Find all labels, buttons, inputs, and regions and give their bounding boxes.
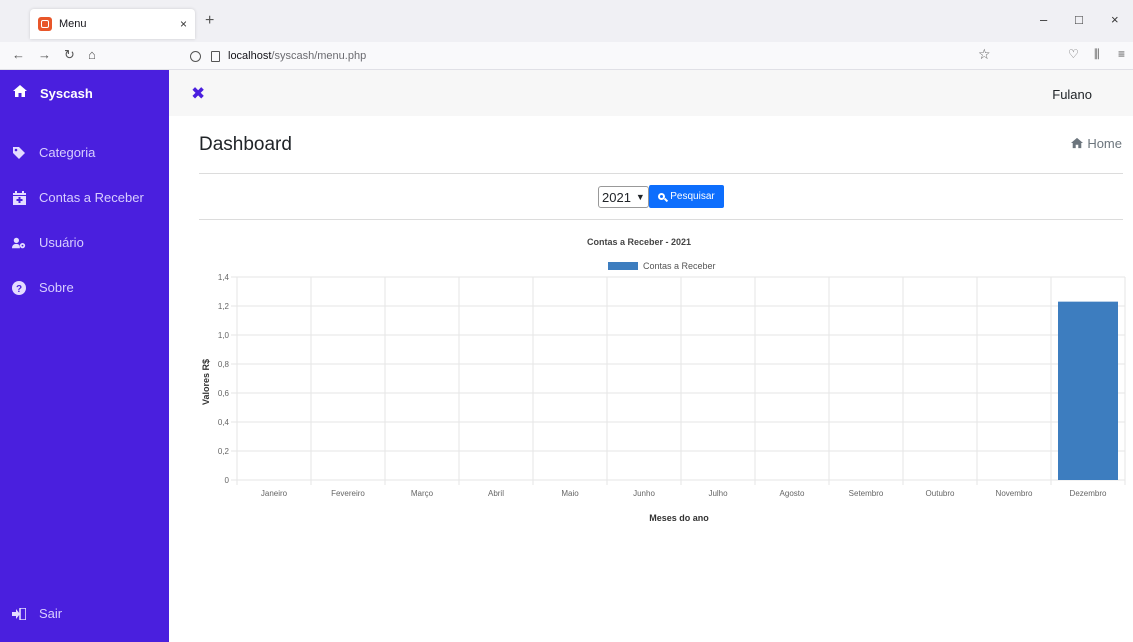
bar-dezembro [1058, 301, 1118, 480]
maximize-button[interactable]: □ [1075, 12, 1083, 27]
x-axis: Janeiro Fevereiro Março Abril Maio Junho Julho… [261, 489, 1107, 498]
page-icon [211, 50, 220, 62]
y-axis: 0 0,2 0,4 0,6 0,8 1,0 1,2 1,4 [218, 273, 230, 485]
library-icon[interactable]: ⫼ [1094, 47, 1100, 62]
sidebar-item-label: Contas a Receber [39, 190, 144, 205]
legend-label: Contas a Receber [643, 261, 716, 271]
url-path: /syscash/menu.php [271, 50, 367, 62]
y-tick-label: 0 [225, 476, 230, 485]
bookmark-star-icon[interactable]: ☆ [978, 46, 991, 63]
sidebar-item-usuario[interactable]: Usuário [0, 220, 169, 265]
y-tick-label: 0,2 [218, 447, 230, 456]
top-header: ✖ Fulano [169, 70, 1133, 116]
sidebar-item-label: Sobre [39, 280, 74, 295]
tab-title: Menu [59, 18, 87, 30]
logout-label: Sair [39, 606, 63, 621]
y-tick-label: 0,8 [218, 360, 230, 369]
brand-label: Syscash [40, 85, 93, 101]
main-content: Dashboard Home 2021 ▼ Pesquisar Contas a… [169, 116, 1133, 642]
menu-icon[interactable]: ≡ [1118, 47, 1125, 61]
tab-close-icon[interactable]: × [180, 17, 187, 31]
sidebar-item-categoria[interactable]: Categoria [0, 130, 169, 175]
question-circle-icon: ? [12, 280, 26, 295]
x-tick-label: Março [411, 489, 434, 498]
forward-icon[interactable]: → [38, 47, 51, 62]
browser-nav-bar: ← → ↻ ⌂ localhost/syscash/menu.php ☆ ♡ ⫼… [0, 42, 1133, 70]
sidebar-item-sobre[interactable]: ? Sobre [0, 265, 169, 310]
home-brand-icon [12, 84, 28, 102]
y-tick-label: 1,0 [218, 331, 230, 340]
sign-out-icon [12, 607, 26, 621]
x-tick-label: Julho [708, 489, 728, 498]
y-tick-label: 1,4 [218, 273, 230, 282]
x-tick-label: Abril [488, 489, 504, 498]
home-icon[interactable]: ⌂ [88, 47, 96, 62]
calendar-plus-icon [12, 190, 26, 205]
logout-button[interactable]: Sair [0, 591, 169, 636]
user-name[interactable]: Fulano [1052, 87, 1092, 102]
chart-title: Contas a Receber - 2021 [587, 237, 691, 247]
sidebar-brand[interactable]: Syscash [0, 70, 169, 116]
x-tick-label: Fevereiro [331, 489, 365, 498]
tracking-shield-icon [190, 50, 201, 62]
x-axis-label: Meses do ano [649, 513, 709, 523]
x-tick-label: Janeiro [261, 489, 288, 498]
url-host: localhost [228, 50, 272, 62]
legend-swatch [608, 262, 638, 270]
x-tick-label: Maio [561, 489, 579, 498]
window-close-button[interactable]: × [1111, 12, 1119, 27]
bar-chart: Contas a Receber - 2021 Contas a Receber… [201, 237, 1126, 523]
close-sidebar-icon[interactable]: ✖ [191, 84, 205, 104]
sidebar: Syscash Categoria Contas a Receber Usuár… [0, 70, 169, 642]
svg-text:?: ? [16, 284, 22, 295]
chart-legend: Contas a Receber [608, 261, 716, 271]
browser-tab[interactable]: Menu × [30, 9, 195, 39]
url-bar[interactable]: localhost/syscash/menu.php [190, 45, 990, 67]
chart-grid [231, 276, 1126, 485]
users-cog-icon [12, 236, 26, 250]
sidebar-item-label: Categoria [39, 145, 96, 160]
new-tab-button[interactable]: + [205, 12, 214, 30]
tag-icon [12, 146, 26, 160]
favicon-icon [38, 17, 52, 31]
reload-icon[interactable]: ↻ [64, 47, 75, 63]
browser-tab-bar: Menu × + – □ × [0, 0, 1133, 42]
pocket-icon[interactable]: ♡ [1068, 47, 1079, 61]
x-tick-label: Setembro [849, 489, 884, 498]
x-tick-label: Agosto [780, 489, 805, 498]
x-tick-label: Novembro [996, 489, 1033, 498]
y-tick-label: 1,2 [218, 302, 230, 311]
y-tick-label: 0,6 [218, 389, 230, 398]
minimize-button[interactable]: – [1040, 12, 1047, 27]
chart-bars [1058, 301, 1118, 480]
sidebar-item-label: Usuário [39, 235, 84, 250]
x-tick-label: Junho [633, 489, 655, 498]
back-icon[interactable]: ← [12, 47, 25, 62]
sidebar-item-contas-a-receber[interactable]: Contas a Receber [0, 175, 169, 220]
y-axis-label: Valores R$ [201, 359, 211, 405]
y-tick-label: 0,4 [218, 418, 230, 427]
x-tick-label: Outubro [926, 489, 955, 498]
x-tick-label: Dezembro [1070, 489, 1107, 498]
